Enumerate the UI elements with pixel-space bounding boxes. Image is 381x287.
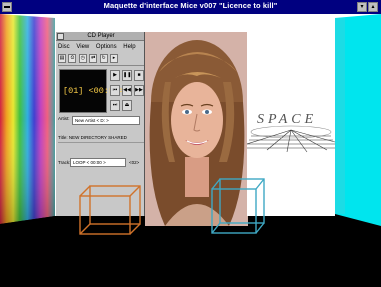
- maximize-icon[interactable]: ▴: [368, 2, 378, 12]
- track-select[interactable]: LOOP < 00:00 >: [70, 158, 126, 167]
- skip-forward-icon[interactable]: ▶▶: [134, 85, 144, 96]
- title-row: Title: NEW DIRECTORY SHARED: [58, 132, 144, 143]
- orange-wireframe-cube[interactable]: [78, 182, 144, 236]
- close-icon[interactable]: [57, 33, 64, 40]
- skip-back-icon[interactable]: ◀◀: [122, 85, 132, 96]
- edit-playlist-icon[interactable]: ▤: [58, 54, 66, 63]
- app-window: Maquette d'interface Mice v007 "Licence …: [0, 0, 381, 287]
- menu-view[interactable]: View: [76, 44, 89, 50]
- disc-time-icon[interactable]: ◷: [78, 54, 87, 63]
- cd-toolbar: ▤ ⏲ ◷ ⇄ ↻ ▸: [58, 54, 144, 66]
- space-text: SPACE: [257, 112, 318, 127]
- previous-track-icon[interactable]: ⏮: [110, 85, 120, 96]
- random-icon[interactable]: ⇄: [89, 54, 98, 63]
- next-track-icon[interactable]: ⏭: [110, 100, 120, 111]
- cd-menu-bar: Disc View Options Help: [58, 43, 144, 51]
- play-icon[interactable]: ▶: [110, 70, 120, 81]
- menu-options[interactable]: Options: [96, 44, 117, 50]
- menu-help[interactable]: Help: [123, 44, 135, 50]
- 3d-scene[interactable]: CD Player Disc View Options Help ▤ ⏲ ◷ ⇄…: [0, 14, 381, 287]
- artist-label: Artist:: [58, 116, 70, 121]
- artist-select[interactable]: New Artist < D: >: [72, 116, 140, 125]
- cd-player-title: CD Player: [56, 32, 144, 41]
- eject-icon[interactable]: ⏏: [122, 100, 132, 111]
- continuous-icon[interactable]: ↻: [99, 54, 108, 63]
- minimize-icon[interactable]: ▾: [357, 2, 367, 12]
- title-bar[interactable]: Maquette d'interface Mice v007 "Licence …: [0, 0, 381, 14]
- transport-controls: ▶ ❚❚ ■ ⏮ ◀◀ ▶▶ ⏭ ⏏: [110, 70, 144, 112]
- cyan-wireframe-cube[interactable]: [210, 177, 268, 235]
- pause-icon[interactable]: ❚❚: [122, 70, 132, 81]
- track-count: <02>: [129, 160, 140, 165]
- cd-display: [01] <00:56>: [59, 69, 124, 113]
- menu-disc[interactable]: Disc: [58, 44, 70, 50]
- track-time-icon[interactable]: ⏲: [68, 54, 77, 63]
- window-title: Maquette d'interface Mice v007 "Licence …: [103, 1, 278, 10]
- intro-icon[interactable]: ▸: [109, 54, 118, 63]
- stop-icon[interactable]: ■: [134, 70, 144, 81]
- track-label: Track:: [58, 160, 71, 165]
